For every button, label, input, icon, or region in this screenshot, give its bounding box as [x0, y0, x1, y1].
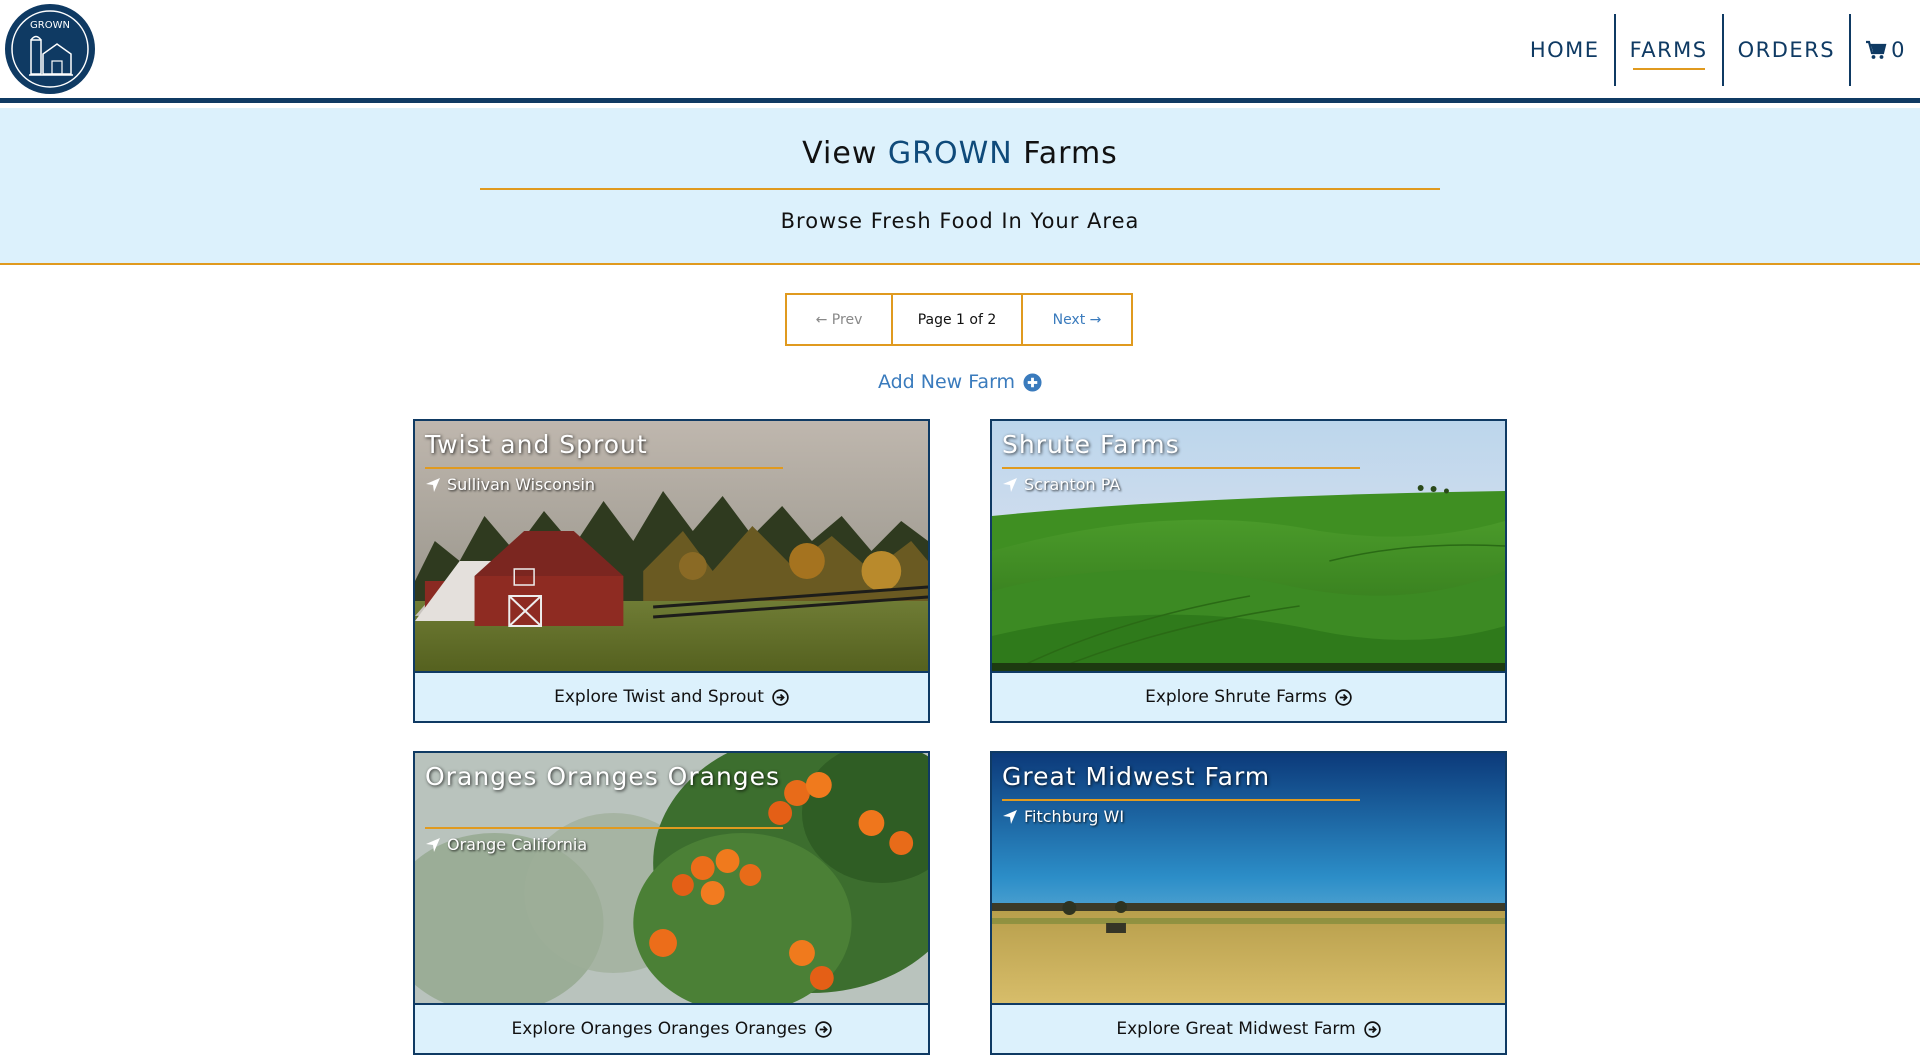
explore-label: Explore Shrute Farms — [1145, 687, 1327, 707]
explore-label: Explore Twist and Sprout — [554, 687, 764, 707]
farm-location: Orange California — [425, 835, 587, 854]
explore-farm-button[interactable]: Explore Twist and Sprout — [415, 671, 928, 721]
farm-location-text: Sullivan Wisconsin — [447, 475, 596, 494]
farm-image: Great Midwest Farm Fitchburg WI — [992, 753, 1505, 1003]
page-subtitle: Browse Fresh Food In Your Area — [780, 209, 1140, 233]
cart-button[interactable]: 0 — [1851, 15, 1906, 85]
add-new-farm-link[interactable]: Add New Farm — [0, 371, 1920, 393]
location-arrow-icon — [426, 477, 440, 492]
farm-location: Fitchburg WI — [1002, 807, 1124, 826]
explore-farm-button[interactable]: Explore Oranges Oranges Oranges — [415, 1003, 928, 1053]
farm-name: Oranges Oranges Oranges — [425, 762, 781, 791]
title-prefix: View — [802, 136, 888, 171]
location-arrow-icon — [1003, 809, 1017, 824]
logo-text: GROWN — [30, 20, 70, 31]
farm-name: Twist and Sprout — [425, 430, 648, 459]
nav-farms[interactable]: FARMS — [1616, 15, 1722, 85]
title-suffix: Farms — [1012, 136, 1118, 171]
explore-farm-button[interactable]: Explore Shrute Farms — [992, 671, 1505, 721]
farm-image: Oranges Oranges Oranges Orange Californi… — [415, 753, 928, 1003]
farm-image: Twist and Sprout Sullivan Wisconsin — [415, 421, 928, 671]
farm-location: Sullivan Wisconsin — [425, 475, 595, 494]
explore-farm-button[interactable]: Explore Great Midwest Farm — [992, 1003, 1505, 1053]
farm-card: Oranges Oranges Oranges Orange Californi… — [413, 751, 930, 1055]
title-brand: GROWN — [887, 136, 1013, 171]
farm-name: Shrute Farms — [1002, 430, 1180, 459]
location-arrow-icon — [1003, 477, 1017, 492]
farm-location: Scranton PA — [1002, 475, 1120, 494]
nav-orders[interactable]: ORDERS — [1724, 15, 1849, 85]
farm-location-text: Orange California — [447, 835, 588, 854]
farm-location-text: Scranton PA — [1024, 475, 1121, 494]
explore-label: Explore Great Midwest Farm — [1116, 1019, 1356, 1039]
cart-count: 0 — [1891, 38, 1906, 62]
farm-location-text: Fitchburg WI — [1024, 807, 1125, 826]
next-page-button[interactable]: Next → — [1023, 295, 1131, 344]
prev-page-button[interactable]: ← Prev — [787, 295, 893, 344]
add-farm-label: Add New Farm — [877, 371, 1016, 393]
plus-circle-icon — [1023, 372, 1042, 392]
explore-label: Explore Oranges Oranges Oranges — [511, 1019, 807, 1039]
arrow-circle-right-icon — [772, 688, 789, 706]
hero-divider — [480, 188, 1440, 190]
farm-title-divider — [1002, 799, 1360, 801]
arrow-circle-right-icon — [1335, 688, 1352, 706]
barn-logo-icon: GROWN — [11, 10, 89, 88]
farm-title-divider — [425, 467, 783, 469]
arrow-circle-right-icon — [814, 1020, 832, 1038]
location-arrow-icon — [426, 837, 440, 852]
nav-home[interactable]: HOME — [1516, 15, 1614, 85]
farm-card: Great Midwest Farm Fitchburg WI Explore … — [990, 751, 1507, 1055]
grown-logo[interactable]: GROWN — [5, 4, 95, 94]
farm-title-divider — [425, 827, 783, 829]
page-hero: View GROWN Farms Browse Fresh Food In Yo… — [0, 108, 1920, 265]
shopping-cart-icon — [1866, 40, 1887, 59]
page-title: View GROWN Farms — [0, 136, 1920, 171]
main-nav: HOME FARMS ORDERS 0 — [1516, 14, 1906, 86]
farm-image: Shrute Farms Scranton PA — [992, 421, 1505, 671]
farm-title-divider — [1002, 467, 1360, 469]
farm-name: Great Midwest Farm — [1002, 762, 1271, 791]
farm-card: Twist and Sprout Sullivan Wisconsin Expl… — [413, 419, 930, 723]
top-navbar: GROWN HOME FARMS ORDERS 0 — [0, 0, 1920, 103]
farm-card: Shrute Farms Scranton PA Explore Shrute … — [990, 419, 1507, 723]
arrow-circle-right-icon — [1363, 1020, 1381, 1038]
pagination: ← Prev Page 1 of 2 Next → — [785, 293, 1133, 346]
page-indicator: Page 1 of 2 — [893, 295, 1023, 344]
